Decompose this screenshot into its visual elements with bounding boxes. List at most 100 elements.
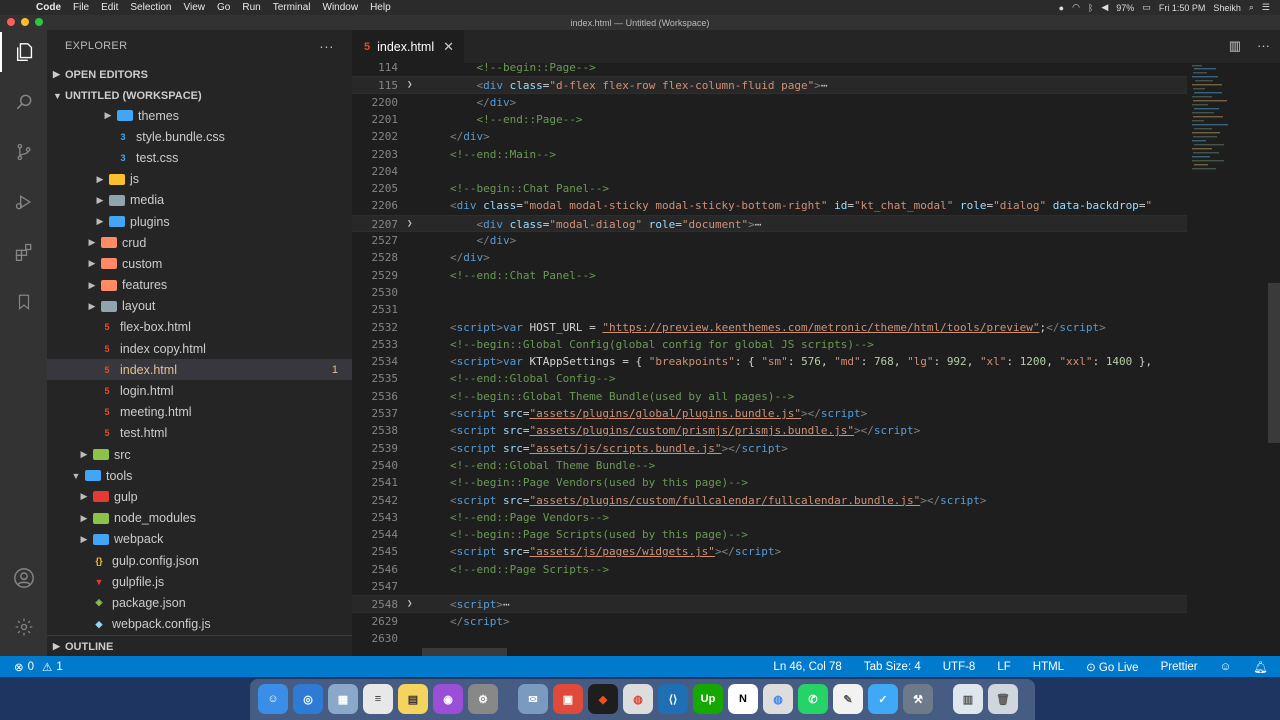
horizontal-scrollbar-thumb[interactable] (422, 648, 507, 656)
tree-item[interactable]: ▶ features (47, 275, 352, 296)
battery-icon[interactable]: ▭ (1142, 2, 1151, 13)
system-preferences-icon[interactable]: ⚙ (468, 684, 498, 714)
tree-item[interactable]: 5 flex-box.html (47, 317, 352, 338)
bluetooth-icon[interactable]: ᛒ (1088, 3, 1093, 13)
language-mode[interactable]: HTML (1033, 661, 1064, 673)
code-line[interactable]: 2541 <!--begin::Page Vendors(used by this… (352, 474, 1187, 491)
code-line[interactable]: 2536 <!--begin::Global Theme Bundle(used … (352, 388, 1187, 405)
code-line[interactable]: 2545 <script src="assets/js/pages/widgets… (352, 543, 1187, 560)
code-line[interactable]: 2205 <!--begin::Chat Panel--> (352, 180, 1187, 197)
tree-item[interactable]: 5 login.html (47, 380, 352, 401)
tree-item[interactable]: ▶ custom (47, 253, 352, 274)
code-line[interactable]: 2539 <script src="assets/js/scripts.bundl… (352, 440, 1187, 457)
zoom-window-button[interactable] (35, 18, 43, 26)
tree-item[interactable]: 3 test.css (47, 147, 352, 168)
vscode-icon[interactable]: ⟨⟩ (658, 684, 688, 714)
vertical-scrollbar[interactable] (1268, 63, 1280, 656)
chrome-dev-icon[interactable]: ◍ (763, 684, 793, 714)
fold-chevron-icon[interactable]: ❯ (407, 216, 412, 233)
code-line[interactable]: 2537 <script src="assets/plugins/global/p… (352, 405, 1187, 422)
code-line[interactable]: 2529 <!--end::Chat Panel--> (352, 267, 1187, 284)
tree-item[interactable]: 5 index copy.html (47, 338, 352, 359)
bookmarks-icon[interactable] (0, 282, 47, 322)
code-line[interactable]: 2548 ❯ <script>⋯ (352, 595, 1187, 613)
control-center-icon[interactable]: ☰ (1262, 2, 1270, 13)
run-debug-icon[interactable] (0, 182, 47, 222)
safari-icon[interactable]: ◎ (293, 684, 323, 714)
code-line[interactable]: 2538 <script src="assets/plugins/custom/p… (352, 422, 1187, 439)
battery-percent[interactable]: 97% (1116, 3, 1134, 13)
fold-chevron-icon[interactable]: ❯ (407, 596, 412, 613)
code-line[interactable]: 2532 <script>var HOST_URL = "https://prev… (352, 319, 1187, 336)
tree-item[interactable]: ◆ webpack.config.js (47, 614, 352, 635)
encoding[interactable]: UTF-8 (943, 661, 976, 673)
fold-chevron-icon[interactable]: ❯ (407, 77, 412, 94)
mail-icon[interactable]: ✉ (518, 684, 548, 714)
tab-index-html[interactable]: 5 index.html ✕ (352, 30, 464, 63)
menu-file[interactable]: File (73, 2, 89, 13)
tree-item[interactable]: ▼ tools (47, 465, 352, 486)
code-line[interactable]: 2547 (352, 578, 1187, 595)
spotlight-icon[interactable]: ⌕ (1249, 2, 1254, 13)
code-line[interactable]: 2207 ❯ <div class="modal-dialog" role="do… (352, 214, 1187, 233)
code-line[interactable]: 2206 <div class="modal modal-sticky modal… (352, 197, 1187, 214)
script-editor-icon[interactable]: ✎ (833, 684, 863, 714)
code-line[interactable]: 115 ❯ <div class="d-flex flex-row flex-co… (352, 76, 1187, 94)
menu-selection[interactable]: Selection (130, 2, 171, 13)
notion-icon[interactable]: N (728, 684, 758, 714)
tree-item[interactable]: ▶ plugins (47, 211, 352, 232)
tree-item[interactable]: ▼ gulpfile.js (47, 571, 352, 592)
menu-run[interactable]: Run (242, 2, 260, 13)
tree-item[interactable]: 5 index.html 1 (47, 359, 352, 381)
menu-app-name[interactable]: Code (36, 2, 61, 13)
tree-item[interactable]: ▶ layout (47, 296, 352, 317)
split-editor-icon[interactable]: ▥ (1229, 38, 1241, 54)
code-line[interactable]: 2202 </div> (352, 128, 1187, 145)
code-line[interactable]: 2629 </script> (352, 613, 1187, 630)
extensions-icon[interactable] (0, 232, 47, 272)
trash-icon[interactable]: 🗑︎ (988, 684, 1018, 714)
problems-indicator[interactable]: ⊗ 0 ⚠ 1 (14, 660, 63, 674)
source-control-icon[interactable] (0, 132, 47, 172)
code-line[interactable]: 2203 <!--end::Main--> (352, 146, 1187, 163)
close-tab-icon[interactable]: ✕ (443, 39, 454, 55)
menu-help[interactable]: Help (370, 2, 391, 13)
code-line[interactable]: 2201 <!--end::Page--> (352, 111, 1187, 128)
volume-icon[interactable]: ◀ (1101, 2, 1108, 13)
tree-item[interactable]: ▶ media (47, 190, 352, 211)
code-line[interactable]: 2630 (352, 630, 1187, 647)
workspace-section[interactable]: ▼ UNTITLED (WORKSPACE) (47, 85, 352, 106)
close-window-button[interactable] (7, 18, 15, 26)
outline-section[interactable]: ▶ OUTLINE (47, 635, 352, 656)
tree-item[interactable]: 5 meeting.html (47, 402, 352, 423)
record-icon[interactable]: ● (1059, 3, 1064, 13)
open-editors-section[interactable]: ▶ OPEN EDITORS (47, 64, 352, 85)
textedit-icon[interactable]: ≡ (363, 684, 393, 714)
tree-item[interactable]: ▶ node_modules (47, 508, 352, 529)
code-line[interactable]: 2530 (352, 284, 1187, 301)
whatsapp-icon[interactable]: ✆ (798, 684, 828, 714)
code-line[interactable]: 2204 (352, 163, 1187, 180)
figma-icon[interactable]: ◆ (588, 684, 618, 714)
menu-edit[interactable]: Edit (101, 2, 118, 13)
prettier-button[interactable]: Prettier (1161, 661, 1198, 673)
minimap[interactable] (1187, 63, 1272, 656)
more-actions-icon[interactable]: ··· (319, 38, 334, 54)
menu-view[interactable]: View (184, 2, 206, 13)
utility-icon[interactable]: ⚒ (903, 684, 933, 714)
podcasts-icon[interactable]: ◉ (433, 684, 463, 714)
upwork-icon[interactable]: Up (693, 684, 723, 714)
tree-item[interactable]: 5 test.html (47, 423, 352, 444)
code-line[interactable]: 2531 (352, 301, 1187, 318)
cursor-position[interactable]: Ln 46, Col 78 (773, 661, 841, 673)
code-line[interactable]: 2535 <!--end::Global Config--> (352, 370, 1187, 387)
tree-item[interactable]: 3 style.bundle.css (47, 126, 352, 147)
notifications-bell-icon[interactable]: 🔔︎ (1253, 660, 1268, 674)
code-line[interactable]: 2544 <!--begin::Page Scripts(used by this… (352, 526, 1187, 543)
wifi-icon[interactable]: ◠ (1072, 2, 1080, 13)
code-line[interactable]: 2527 </div> (352, 232, 1187, 249)
tree-item[interactable]: ▶ src (47, 444, 352, 465)
code-line[interactable]: 2542 <script src="assets/plugins/custom/f… (352, 492, 1187, 509)
end-of-line[interactable]: LF (997, 661, 1010, 673)
wunderlist-icon[interactable]: ✓ (868, 684, 898, 714)
